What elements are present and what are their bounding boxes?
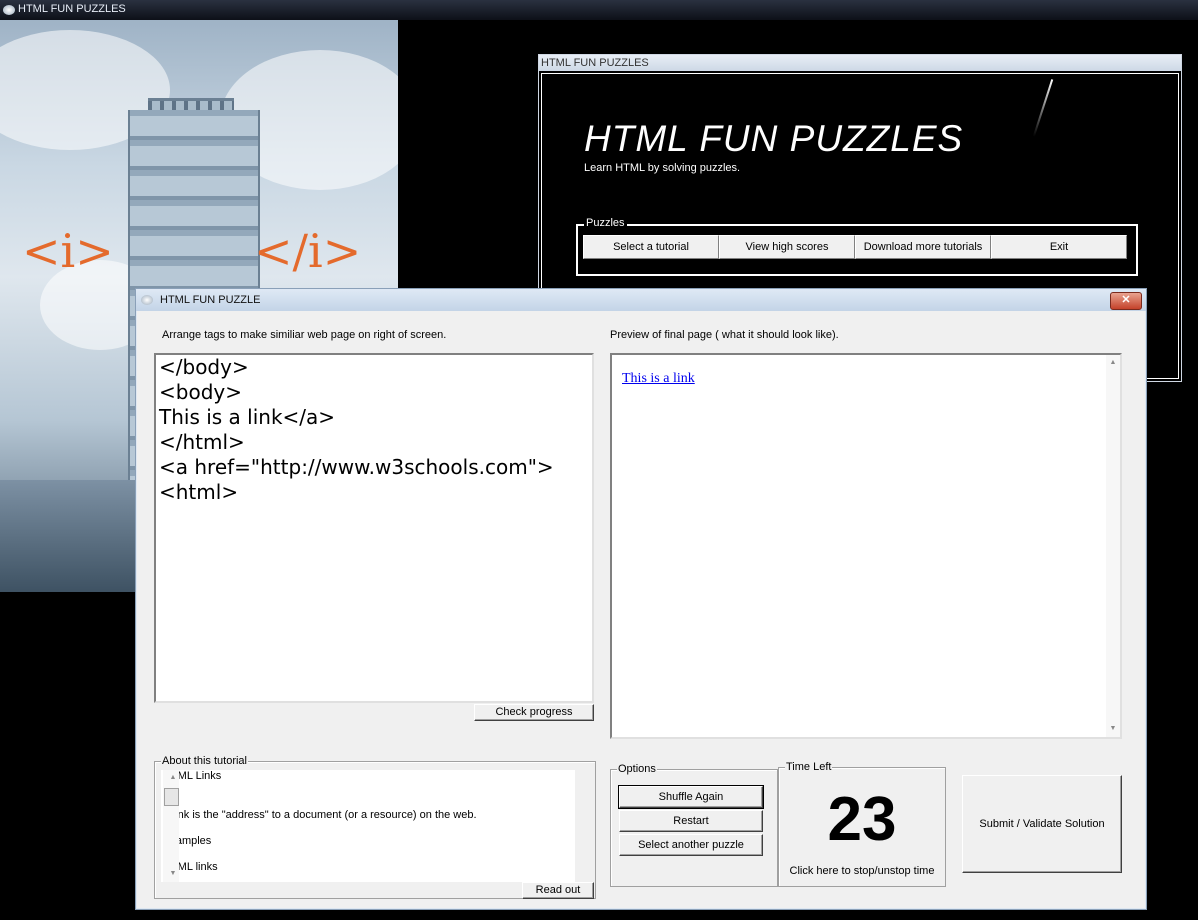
puzzles-group-label: Puzzles: [584, 217, 627, 229]
puzzles-group: Puzzles Select a tutorial View high scor…: [576, 217, 1138, 276]
app-icon: [3, 5, 15, 15]
scroll-down-icon[interactable]: ▼: [165, 868, 181, 880]
download-tutorials-button[interactable]: Download more tutorials: [855, 235, 991, 259]
preview-pane: This is a link ▲ ▼: [610, 353, 1122, 739]
tag-line[interactable]: <body>: [156, 380, 592, 405]
tag-line[interactable]: <a href="http://www.w3schools.com">: [156, 455, 592, 480]
outer-title-bar: HTML FUN PUZZLES: [0, 0, 1198, 20]
outer-window-title: HTML FUN PUZZLES: [18, 3, 126, 15]
preview-link[interactable]: This is a link: [622, 371, 695, 387]
select-another-puzzle-button[interactable]: Select another puzzle: [619, 834, 763, 856]
submit-validate-button[interactable]: Submit / Validate Solution: [962, 775, 1122, 873]
time-left-label: Time Left: [785, 761, 833, 773]
preview-instruction: Preview of final page ( what it should l…: [610, 329, 839, 341]
main-window-title: HTML FUN PUZZLES: [539, 55, 1181, 71]
italic-open-tag-graphic: <i>: [22, 224, 114, 278]
scroll-up-icon[interactable]: ▲: [165, 772, 181, 784]
close-icon: ✕: [1121, 294, 1131, 306]
tag-arrangement-list[interactable]: </body> <body> This is a link</a> </html…: [154, 353, 594, 703]
main-subtitle: Learn HTML by solving puzzles.: [584, 162, 741, 174]
puzzle-dialog: HTML FUN PUZZLE ✕ Arrange tags to make s…: [135, 288, 1147, 910]
read-out-button[interactable]: Read out: [522, 882, 594, 899]
preview-scrollbar[interactable]: ▲ ▼: [1106, 355, 1120, 737]
tag-line[interactable]: This is a link</a>: [156, 405, 592, 430]
check-progress-button[interactable]: Check progress: [474, 704, 594, 721]
dialog-title: HTML FUN PUZZLE: [160, 294, 261, 306]
exit-button[interactable]: Exit: [991, 235, 1127, 259]
view-high-scores-button[interactable]: View high scores: [719, 235, 855, 259]
about-tutorial-label: About this tutorial: [161, 755, 248, 767]
main-heading: HTML FUN PUZZLES: [584, 118, 964, 159]
timer-value[interactable]: 23: [779, 784, 945, 855]
options-group: Options Shuffle Again Restart Select ano…: [610, 763, 778, 887]
about-line: A link is the "address" to a document (o…: [163, 809, 477, 821]
restart-button[interactable]: Restart: [619, 810, 763, 832]
scroll-up-icon[interactable]: ▲: [1106, 357, 1120, 369]
about-scrollbar[interactable]: ▲ ▼: [163, 770, 179, 882]
tag-line[interactable]: </body>: [156, 355, 592, 380]
tag-line[interactable]: <html>: [156, 480, 592, 505]
select-tutorial-button[interactable]: Select a tutorial: [583, 235, 719, 259]
italic-close-tag-graphic: </i>: [254, 224, 362, 278]
timer-hint[interactable]: Click here to stop/unstop time: [779, 865, 945, 877]
about-tutorial-text[interactable]: HTML Links A link is the "address" to a …: [161, 770, 575, 882]
close-button[interactable]: ✕: [1110, 292, 1142, 310]
light-streak: [1032, 79, 1054, 137]
time-left-group[interactable]: Time Left 23 Click here to stop/unstop t…: [778, 761, 946, 887]
arrange-instruction: Arrange tags to make similiar web page o…: [162, 329, 447, 341]
options-label: Options: [617, 763, 657, 775]
dialog-title-bar: HTML FUN PUZZLE ✕: [136, 289, 1146, 311]
tag-line[interactable]: </html>: [156, 430, 592, 455]
scroll-down-icon[interactable]: ▼: [1106, 723, 1120, 735]
shuffle-again-button[interactable]: Shuffle Again: [618, 785, 764, 809]
scroll-thumb[interactable]: [164, 788, 179, 806]
about-tutorial-group: About this tutorial HTML Links A link is…: [154, 755, 596, 899]
dialog-app-icon: [141, 295, 153, 305]
